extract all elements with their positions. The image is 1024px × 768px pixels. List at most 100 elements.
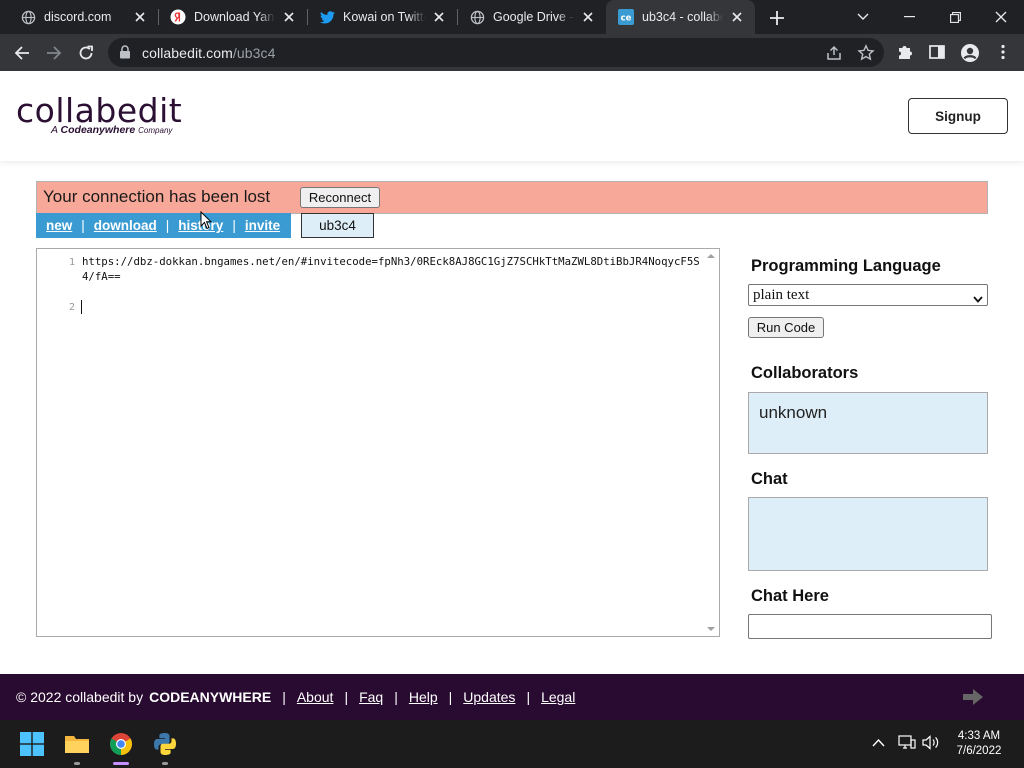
logo-tagline: A Codeanywhere Company bbox=[51, 124, 172, 136]
address-bar[interactable]: collabedit.com/ub3c4 bbox=[108, 38, 884, 67]
menu-kebab-icon[interactable] bbox=[994, 43, 1014, 63]
arrow-right-icon[interactable] bbox=[962, 688, 984, 711]
footer-link-updates[interactable]: Updates bbox=[463, 689, 515, 705]
python-app-icon[interactable] bbox=[151, 730, 179, 758]
scroll-up-icon[interactable] bbox=[707, 253, 715, 259]
profile-avatar-icon[interactable] bbox=[960, 43, 980, 63]
bookmark-star-icon[interactable] bbox=[857, 44, 875, 62]
volume-icon[interactable] bbox=[922, 735, 940, 755]
forward-button[interactable] bbox=[43, 42, 65, 64]
tab-title: ub3c4 - collabedit bbox=[642, 10, 723, 24]
lock-icon[interactable] bbox=[119, 45, 131, 64]
back-button[interactable] bbox=[11, 42, 33, 64]
tab-collabedit[interactable]: ce ub3c4 - collabedit bbox=[606, 0, 755, 34]
tab-search-button[interactable] bbox=[840, 0, 886, 34]
footer-link-faq[interactable]: Faq bbox=[359, 689, 383, 705]
menu-separator: | bbox=[81, 218, 85, 233]
tab-title: Download Yandex bbox=[194, 10, 275, 24]
logo-tagline-prefix: A bbox=[51, 124, 61, 136]
connection-lost-message: Your connection has been lost bbox=[43, 187, 271, 206]
document-id-badge: ub3c4 bbox=[301, 213, 374, 238]
minimize-button[interactable] bbox=[886, 0, 932, 34]
close-icon[interactable] bbox=[281, 9, 297, 25]
tab-title: Kowai on Twitter bbox=[343, 10, 425, 24]
language-select[interactable]: plain text bbox=[748, 284, 988, 306]
tab-google-drive[interactable]: Google Drive - W bbox=[457, 0, 606, 34]
windows-taskbar: 4:33 AM 7/6/2022 bbox=[0, 720, 1024, 768]
signup-button[interactable]: Signup bbox=[908, 98, 1008, 134]
line-number-gutter: 1 2 bbox=[37, 249, 79, 636]
new-tab-button[interactable] bbox=[766, 7, 788, 29]
footer-copyright: © 2022 collabedit by bbox=[16, 689, 144, 705]
url-text: collabedit.com/ub3c4 bbox=[142, 45, 276, 61]
share-icon[interactable] bbox=[825, 44, 843, 62]
chat-here-heading: Chat Here bbox=[751, 587, 829, 605]
windows-start-icon[interactable] bbox=[18, 730, 46, 758]
chevron-down-icon bbox=[973, 291, 983, 308]
new-link[interactable]: new bbox=[46, 218, 72, 233]
download-link[interactable]: download bbox=[94, 218, 157, 233]
collabedit-favicon: ce bbox=[618, 9, 634, 25]
editor-scrollbar[interactable] bbox=[703, 249, 719, 636]
connection-lost-banner: Your connection has been lost Reconnect bbox=[36, 181, 988, 214]
chevron-up-icon[interactable] bbox=[872, 734, 885, 752]
network-icon[interactable] bbox=[898, 735, 916, 755]
footer-separator: | bbox=[526, 689, 531, 705]
code-editor[interactable]: 1 2 https://dbz-dokkan.bngames.net/en/#i… bbox=[36, 248, 720, 637]
footer-link-about[interactable]: About bbox=[297, 689, 334, 705]
file-explorer-icon[interactable] bbox=[63, 730, 91, 758]
footer-link-help[interactable]: Help bbox=[409, 689, 438, 705]
collaborators-list: unknown bbox=[748, 392, 988, 454]
chat-heading: Chat bbox=[751, 470, 788, 488]
mouse-cursor-icon bbox=[200, 210, 213, 235]
tab-yandex[interactable]: Download Yandex bbox=[158, 0, 308, 34]
logo-tagline-brand: Codeanywhere bbox=[60, 124, 136, 136]
close-window-button[interactable] bbox=[978, 0, 1024, 34]
editor-text[interactable]: https://dbz-dokkan.bngames.net/en/#invit… bbox=[82, 255, 702, 284]
close-icon[interactable] bbox=[132, 9, 148, 25]
chrome-icon[interactable] bbox=[107, 730, 135, 758]
collaborators-heading: Collaborators bbox=[751, 364, 859, 382]
line-number: 2 bbox=[68, 302, 75, 313]
run-code-button[interactable]: Run Code bbox=[748, 317, 824, 338]
taskbar-active-indicator bbox=[113, 762, 129, 765]
url-host: collabedit.com bbox=[142, 45, 233, 61]
browser-toolbar: collabedit.com/ub3c4 bbox=[0, 34, 1024, 71]
close-icon[interactable] bbox=[580, 9, 596, 25]
taskbar-indicator bbox=[74, 762, 80, 765]
footer-separator: | bbox=[448, 689, 453, 705]
tab-discord[interactable]: discord.com bbox=[8, 0, 159, 34]
taskbar-indicator bbox=[162, 762, 168, 765]
logo-tagline-suffix: Company bbox=[138, 126, 173, 135]
url-path: /ub3c4 bbox=[232, 45, 276, 61]
menu-separator: | bbox=[165, 218, 170, 233]
system-clock[interactable]: 4:33 AM 7/6/2022 bbox=[948, 729, 1010, 759]
svg-text:ce: ce bbox=[621, 14, 632, 24]
menu-separator: | bbox=[232, 218, 236, 233]
invite-link[interactable]: invite bbox=[245, 218, 280, 233]
footer-link-legal[interactable]: Legal bbox=[541, 689, 575, 705]
reload-button[interactable] bbox=[75, 42, 97, 64]
extensions-puzzle-icon[interactable] bbox=[896, 43, 916, 63]
browser-tab-strip: discord.com Download Yandex Kowai on Twi… bbox=[0, 0, 1024, 34]
close-icon[interactable] bbox=[729, 9, 745, 25]
collaborator-item: unknown bbox=[759, 403, 828, 422]
side-panel-icon[interactable] bbox=[928, 43, 948, 63]
twitter-icon bbox=[319, 9, 335, 25]
text-cursor bbox=[81, 300, 82, 314]
scroll-down-icon[interactable] bbox=[707, 626, 715, 632]
chat-log bbox=[748, 497, 988, 571]
programming-language-heading: Programming Language bbox=[751, 257, 941, 275]
tab-twitter[interactable]: Kowai on Twitter bbox=[307, 0, 458, 34]
language-select-value: plain text bbox=[753, 286, 810, 303]
document-menu: new | download | history | invite bbox=[36, 213, 291, 238]
reconnect-button[interactable]: Reconnect bbox=[300, 187, 380, 208]
restore-button[interactable] bbox=[932, 0, 978, 34]
footer-brand[interactable]: CODEANYWHERE bbox=[149, 689, 271, 705]
close-icon[interactable] bbox=[431, 9, 447, 25]
line-number: 1 bbox=[68, 257, 75, 268]
footer-separator: | bbox=[394, 689, 398, 705]
tab-title: discord.com bbox=[44, 10, 112, 24]
clock-date: 7/6/2022 bbox=[956, 745, 1002, 757]
chat-input[interactable] bbox=[748, 614, 992, 639]
